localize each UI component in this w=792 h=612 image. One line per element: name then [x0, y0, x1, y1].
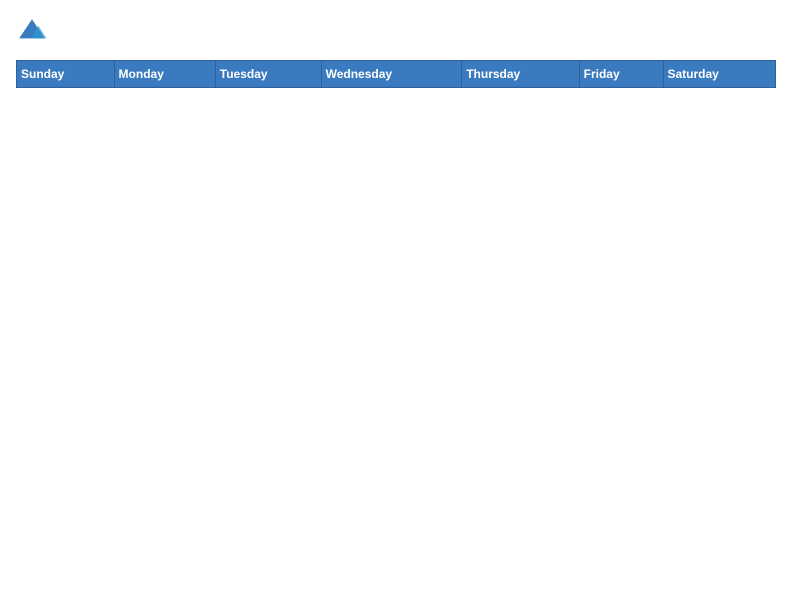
- logo-icon: [16, 16, 48, 48]
- weekday-header-saturday: Saturday: [663, 61, 776, 88]
- calendar: SundayMondayTuesdayWednesdayThursdayFrid…: [16, 60, 776, 88]
- header: [16, 16, 776, 48]
- weekday-header-wednesday: Wednesday: [321, 61, 462, 88]
- weekday-header-tuesday: Tuesday: [215, 61, 321, 88]
- weekday-header-row: SundayMondayTuesdayWednesdayThursdayFrid…: [17, 61, 776, 88]
- weekday-header-sunday: Sunday: [17, 61, 115, 88]
- weekday-header-monday: Monday: [114, 61, 215, 88]
- logo: [16, 16, 52, 48]
- weekday-header-friday: Friday: [579, 61, 663, 88]
- weekday-header-thursday: Thursday: [462, 61, 579, 88]
